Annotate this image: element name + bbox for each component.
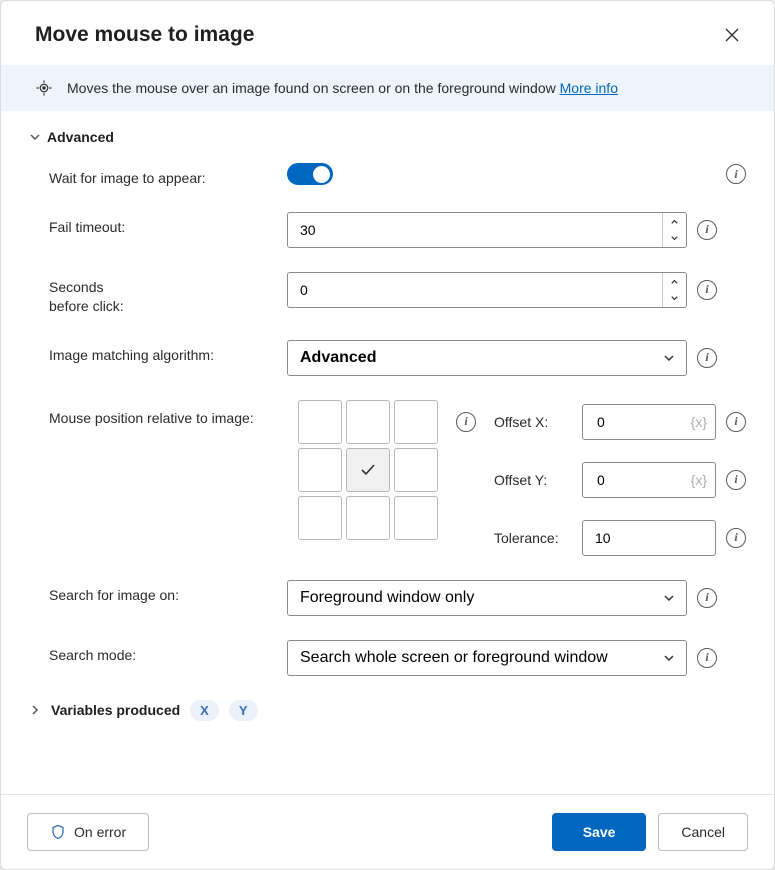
label-fail-timeout: Fail timeout:	[49, 212, 287, 237]
dialog-body: Advanced Wait for image to appear: i Fai…	[1, 111, 774, 794]
row-offset-x: Offset X: {x} i	[494, 404, 746, 440]
variable-hint-icon[interactable]: {x}	[691, 472, 707, 488]
on-error-button[interactable]: On error	[27, 813, 149, 851]
variable-hint-icon[interactable]: {x}	[691, 414, 707, 430]
close-button[interactable]	[718, 21, 746, 49]
label-tolerance: Tolerance:	[494, 530, 572, 546]
row-search-on: Search for image on: Foreground window o…	[29, 580, 746, 616]
input-offset-y[interactable]: {x}	[582, 462, 716, 498]
chevron-down-icon	[662, 591, 676, 605]
row-algorithm: Image matching algorithm: Advanced i	[29, 340, 746, 376]
section-advanced-header[interactable]: Advanced	[29, 129, 746, 145]
offset-column: Offset X: {x} i Offset Y: {x} i	[494, 400, 746, 556]
help-search-mode[interactable]: i	[697, 648, 717, 668]
row-mouse-position: Mouse position relative to image: i Offs…	[29, 400, 746, 556]
row-wait-for-image: Wait for image to appear: i	[29, 163, 746, 188]
spinner-fail-timeout[interactable]	[662, 213, 686, 247]
save-button[interactable]: Save	[552, 813, 647, 851]
pos-middle-right[interactable]	[394, 448, 438, 492]
help-wait-for-image[interactable]: i	[726, 164, 746, 184]
pos-bottom-right[interactable]	[394, 496, 438, 540]
input-fail-timeout[interactable]	[287, 212, 687, 248]
label-seconds-before-click: Seconds before click:	[49, 272, 287, 316]
help-search-on[interactable]: i	[697, 588, 717, 608]
title-bar: Move mouse to image	[1, 1, 774, 65]
pos-bottom-center[interactable]	[346, 496, 390, 540]
toggle-wait-for-image[interactable]	[287, 163, 333, 185]
row-offset-y: Offset Y: {x} i	[494, 462, 746, 498]
row-search-mode: Search mode: Search whole screen or fore…	[29, 640, 746, 676]
spinner-down-icon[interactable]	[663, 290, 686, 307]
label-offset-x: Offset X:	[494, 414, 572, 430]
help-seconds-before-click[interactable]: i	[697, 280, 717, 300]
info-banner: Moves the mouse over an image found on s…	[1, 65, 774, 111]
label-offset-y: Offset Y:	[494, 472, 572, 488]
more-info-link[interactable]: More info	[560, 80, 618, 96]
help-offset-x[interactable]: i	[726, 412, 746, 432]
label-search-on: Search for image on:	[49, 580, 287, 605]
row-fail-timeout: Fail timeout: i	[29, 212, 746, 248]
dialog-move-mouse-to-image: Move mouse to image Moves the mouse over…	[0, 0, 775, 870]
help-mouse-position[interactable]: i	[456, 412, 476, 432]
pos-top-right[interactable]	[394, 400, 438, 444]
spinner-up-icon[interactable]	[663, 213, 686, 230]
shield-icon	[50, 824, 66, 840]
select-search-mode[interactable]: Search whole screen or foreground window	[287, 640, 687, 676]
mouse-target-icon	[35, 79, 53, 97]
pos-top-left[interactable]	[298, 400, 342, 444]
help-fail-timeout[interactable]: i	[697, 220, 717, 240]
label-algorithm: Image matching algorithm:	[49, 340, 287, 365]
label-mouse-position: Mouse position relative to image:	[49, 400, 280, 426]
pos-middle-center[interactable]	[346, 448, 390, 492]
variable-pill[interactable]: Y	[229, 700, 258, 721]
label-wait-for-image: Wait for image to appear:	[49, 163, 287, 188]
position-grid	[298, 400, 438, 540]
help-offset-y[interactable]: i	[726, 470, 746, 490]
chevron-down-icon	[662, 351, 676, 365]
pos-middle-left[interactable]	[298, 448, 342, 492]
pos-top-center[interactable]	[346, 400, 390, 444]
variable-pill[interactable]: X	[190, 700, 219, 721]
help-algorithm[interactable]: i	[697, 348, 717, 368]
pos-bottom-left[interactable]	[298, 496, 342, 540]
help-tolerance[interactable]: i	[726, 528, 746, 548]
row-tolerance: Tolerance: i	[494, 520, 746, 556]
input-offset-x[interactable]: {x}	[582, 404, 716, 440]
chevron-right-icon	[29, 704, 41, 716]
spinner-down-icon[interactable]	[663, 230, 686, 247]
label-search-mode: Search mode:	[49, 640, 287, 665]
banner-text: Moves the mouse over an image found on s…	[67, 80, 618, 96]
cancel-button[interactable]: Cancel	[658, 813, 748, 851]
section-variables-produced[interactable]: Variables produced X Y	[29, 700, 746, 721]
spinner-seconds-before-click[interactable]	[662, 273, 686, 307]
close-icon	[724, 27, 740, 43]
dialog-footer: On error Save Cancel	[1, 794, 774, 869]
row-seconds-before-click: Seconds before click: i	[29, 272, 746, 316]
chevron-down-icon	[29, 131, 41, 143]
check-icon	[359, 461, 377, 479]
spinner-up-icon[interactable]	[663, 273, 686, 290]
chevron-down-icon	[662, 651, 676, 665]
dialog-title: Move mouse to image	[35, 23, 718, 47]
select-algorithm[interactable]: Advanced	[287, 340, 687, 376]
input-tolerance[interactable]	[582, 520, 716, 556]
select-search-on[interactable]: Foreground window only	[287, 580, 687, 616]
input-seconds-before-click[interactable]	[287, 272, 687, 308]
